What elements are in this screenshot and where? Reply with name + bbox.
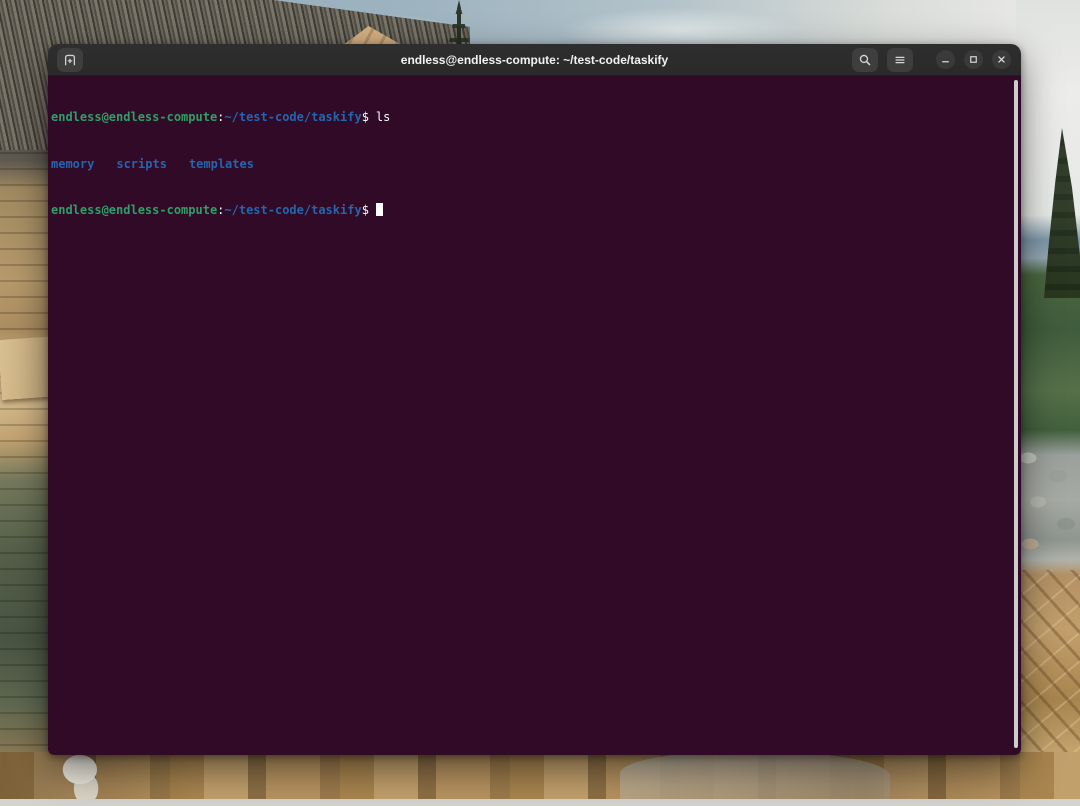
new-tab-button[interactable] — [57, 48, 83, 72]
directory-name: memory — [51, 157, 94, 171]
search-button[interactable] — [852, 48, 878, 72]
directory-name: scripts — [116, 157, 167, 171]
hamburger-menu-icon — [893, 53, 907, 67]
directory-name: templates — [189, 157, 254, 171]
minimize-icon — [940, 54, 951, 65]
wallpaper-shading — [0, 752, 1080, 806]
wallpaper-white-bird — [52, 748, 114, 802]
new-tab-icon — [63, 53, 77, 67]
typed-command: ls — [376, 110, 390, 124]
wallpaper-cabin-wall — [0, 120, 54, 806]
close-icon — [996, 54, 1007, 65]
maximize-button[interactable] — [964, 50, 983, 69]
wallpaper-floor-strip — [0, 799, 1080, 806]
close-button[interactable] — [992, 50, 1011, 69]
terminal-output-area[interactable]: endless@endless-compute:~/test-code/task… — [48, 76, 1021, 755]
terminal-line-prompt-command: endless@endless-compute:~/test-code/task… — [51, 110, 1021, 126]
terminal-window: endless@endless-compute: ~/test-code/tas… — [48, 44, 1021, 755]
terminal-line-prompt-cursor: endless@endless-compute:~/test-code/task… — [51, 203, 1021, 219]
prompt-path: ~/test-code/taskify — [224, 203, 361, 217]
titlebar[interactable]: endless@endless-compute: ~/test-code/tas… — [48, 44, 1021, 76]
prompt-user-host: endless@endless-compute — [51, 110, 217, 124]
prompt-path: ~/test-code/taskify — [224, 110, 361, 124]
search-icon — [858, 53, 872, 67]
prompt-symbol: $ — [362, 203, 369, 217]
menu-button[interactable] — [887, 48, 913, 72]
minimize-button[interactable] — [936, 50, 955, 69]
wallpaper-rocks — [1016, 440, 1080, 570]
terminal-cursor — [376, 203, 383, 216]
terminal-line-ls-output: memory scripts templates — [51, 157, 1021, 173]
terminal-scrollbar[interactable] — [1014, 80, 1018, 748]
maximize-icon — [968, 54, 979, 65]
prompt-symbol: $ — [362, 110, 369, 124]
prompt-user-host: endless@endless-compute — [51, 203, 217, 217]
